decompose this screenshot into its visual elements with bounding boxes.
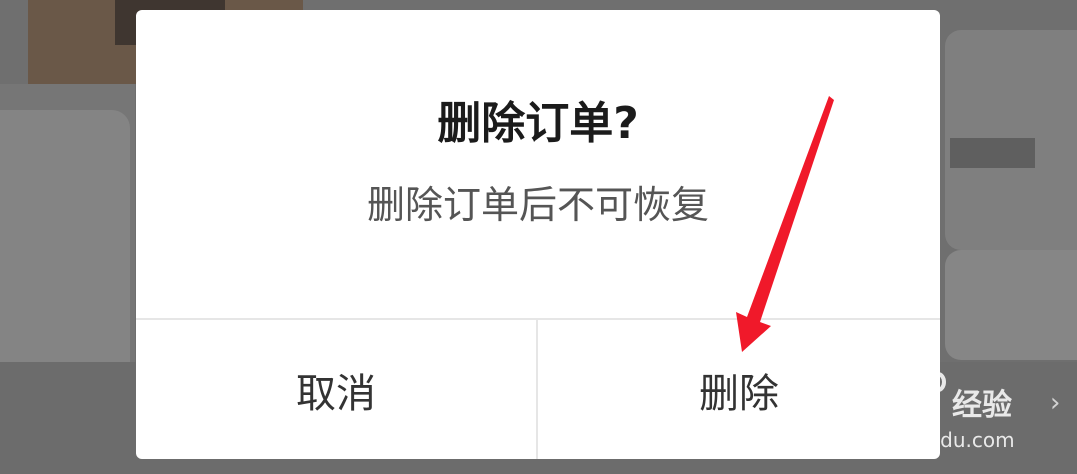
watermark-url: jingyan.baidu.com [830, 428, 1015, 452]
background-blurred-text [950, 138, 1035, 168]
cancel-button[interactable]: 取消 [136, 320, 536, 459]
baidu-jingyan-watermark: Bai du 经验 › jingyan.baidu.com [830, 358, 1070, 458]
watermark-brand-suffix: du [904, 384, 936, 409]
dialog-message: 删除订单后不可恢复 [366, 183, 709, 227]
delete-order-dialog: 删除订单? 删除订单后不可恢复 取消 删除 [136, 10, 940, 459]
chevron-right-icon: › [1050, 388, 1061, 418]
background-card-right-lower [945, 250, 1077, 360]
dialog-title: 删除订单? [437, 98, 639, 149]
watermark-tag: 经验 [952, 388, 1012, 423]
